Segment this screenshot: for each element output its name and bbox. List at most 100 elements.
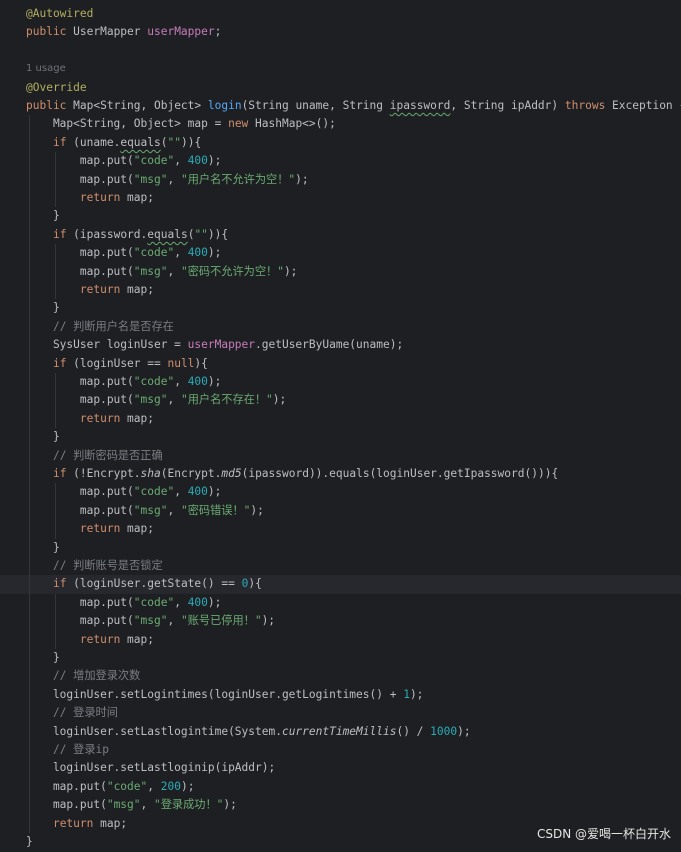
code-line[interactable]: map.put("msg", "账号已停用！"); <box>0 612 681 630</box>
code-line[interactable]: } <box>0 539 681 557</box>
code-line[interactable]: SysUser loginUser = userMapper.getUserBy… <box>0 336 681 354</box>
code-line[interactable] <box>0 42 681 60</box>
code-line[interactable]: // 判断账号是否锁定 <box>0 557 681 575</box>
code-line[interactable]: return map; <box>0 410 681 428</box>
code-line[interactable]: map.put("code", 400); <box>0 152 681 170</box>
code-editor[interactable]: 1 usage @Autowired public UserMapper user… <box>0 0 681 852</box>
code-line[interactable]: Map<String, Object> map = new HashMap<>(… <box>0 115 681 133</box>
code-line[interactable]: return map; <box>0 281 681 299</box>
code-token: map.put( <box>26 375 134 388</box>
code-text: // 判断用户名是否存在 <box>26 318 174 336</box>
code-token: , <box>167 393 181 407</box>
code-token: if <box>52 356 74 370</box>
code-line[interactable]: @Autowired <box>0 5 681 23</box>
code-line[interactable]: public Map<String, Object> login(String … <box>0 97 681 115</box>
code-token: return <box>79 283 128 296</box>
indent-guide <box>55 152 56 208</box>
code-line[interactable]: } <box>0 428 681 446</box>
code-token: // 判断密码是否正确 <box>52 448 163 462</box>
code-line[interactable]: if (loginUser == null){ <box>0 355 681 373</box>
code-token: if <box>52 467 74 480</box>
code-token: userMapper <box>147 25 215 39</box>
code-line[interactable]: map.put("code", 400); <box>0 594 681 612</box>
code-token: { <box>194 135 202 149</box>
code-line[interactable]: map.put("msg", "用户名不允许为空！"); <box>0 171 681 189</box>
code-token: // 登录ip <box>52 743 110 756</box>
code-line[interactable]: } <box>0 207 681 225</box>
code-line[interactable]: if (uname.equals("")){ <box>0 134 681 152</box>
code-line[interactable]: if (!Encrypt.sha(Encrypt.md5(ipassword))… <box>0 465 681 483</box>
code-text: } <box>26 539 60 557</box>
code-token: "用户名不存在！" <box>180 393 273 407</box>
code-line[interactable]: public UserMapper userMapper; <box>0 23 681 41</box>
code-token: ); <box>295 172 309 186</box>
code-line[interactable]: return map; <box>0 631 681 649</box>
code-token: map; <box>127 191 154 204</box>
code-token: 200 <box>160 779 181 793</box>
code-token: , <box>174 246 188 260</box>
code-text: } <box>26 428 60 446</box>
code-token: , <box>167 264 181 278</box>
code-line[interactable]: // 判断用户名是否存在 <box>0 318 681 336</box>
code-text: SysUser loginUser = userMapper.getUserBy… <box>26 336 403 354</box>
code-line[interactable]: // 增加登录次数 <box>0 667 681 685</box>
code-line[interactable]: // 登录时间 <box>0 704 681 722</box>
code-token: ); <box>180 779 195 793</box>
code-token: "code" <box>133 246 175 260</box>
code-line[interactable]: map.put("code", 200); <box>0 778 681 796</box>
code-token: "msg" <box>133 264 168 278</box>
code-token: () / <box>396 724 431 738</box>
code-line[interactable]: loginUser.setLastloginip(ipAddr); <box>0 759 681 777</box>
code-line[interactable]: // 登录ip <box>0 741 681 759</box>
code-line[interactable]: map.put("msg", "用户名不存在！"); <box>0 391 681 409</box>
code-text: map.put("code", 200); <box>26 778 195 796</box>
code-token: null <box>167 356 195 370</box>
code-line[interactable]: return map; <box>0 189 681 207</box>
code-line[interactable]: map.put("msg", "登录成功！"); <box>0 796 681 814</box>
code-line[interactable]: map.put("code", 400); <box>0 483 681 501</box>
code-token: (ipassword. <box>73 227 148 241</box>
code-token: return <box>79 411 128 425</box>
code-token: "账号已停用！" <box>180 614 262 628</box>
code-token: "登录成功！" <box>154 798 224 812</box>
code-token: (!Encrypt. <box>73 467 141 480</box>
code-line[interactable]: } <box>0 299 681 317</box>
code-line[interactable]: loginUser.setLastlogintime(System.curren… <box>0 723 681 741</box>
code-line[interactable]: if (ipassword.equals("")){ <box>0 226 681 244</box>
code-line[interactable]: return map; <box>0 520 681 538</box>
code-line[interactable]: map.put("msg", "密码不允许为空！"); <box>0 263 681 281</box>
code-token: Exception { <box>612 99 681 112</box>
code-token: ); <box>207 375 222 388</box>
code-line[interactable]: @Override <box>0 79 681 97</box>
code-token: 400 <box>187 246 208 260</box>
code-line[interactable]: } <box>0 649 681 667</box>
code-line[interactable]: map.put("msg", "密码错误！"); <box>0 502 681 520</box>
code-text: map.put("msg", "账号已停用！"); <box>26 612 275 630</box>
code-token: 1 <box>403 687 410 701</box>
code-token: ipassword <box>389 99 451 112</box>
code-line[interactable]: map.put("code", 400); <box>0 244 681 262</box>
code-token: } <box>26 209 60 223</box>
code-text: map.put("msg", "密码错误！"); <box>26 502 264 520</box>
code-text: loginUser.setLastloginip(ipAddr); <box>26 759 275 777</box>
watermark: CSDN @爱喝一杯白开水 <box>536 827 671 841</box>
code-line[interactable]: loginUser.setLogintimes(loginUser.getLog… <box>0 686 681 704</box>
code-token: { <box>551 467 559 480</box>
code-line[interactable]: // 判断密码是否正确 <box>0 447 681 465</box>
code-line[interactable]: map.put("code", 400); <box>0 373 681 391</box>
code-text: if (loginUser == null){ <box>26 355 208 373</box>
code-token: public <box>26 99 74 112</box>
code-token: , <box>174 485 188 499</box>
code-token: ); <box>207 485 222 499</box>
code-token: map.put( <box>26 595 134 609</box>
code-line[interactable] <box>0 60 681 78</box>
code-token: md5 <box>221 467 242 480</box>
code-text: map.put("msg", "登录成功！"); <box>26 796 237 814</box>
code-line[interactable]: if (loginUser.getState() == 0){ <box>0 575 681 594</box>
